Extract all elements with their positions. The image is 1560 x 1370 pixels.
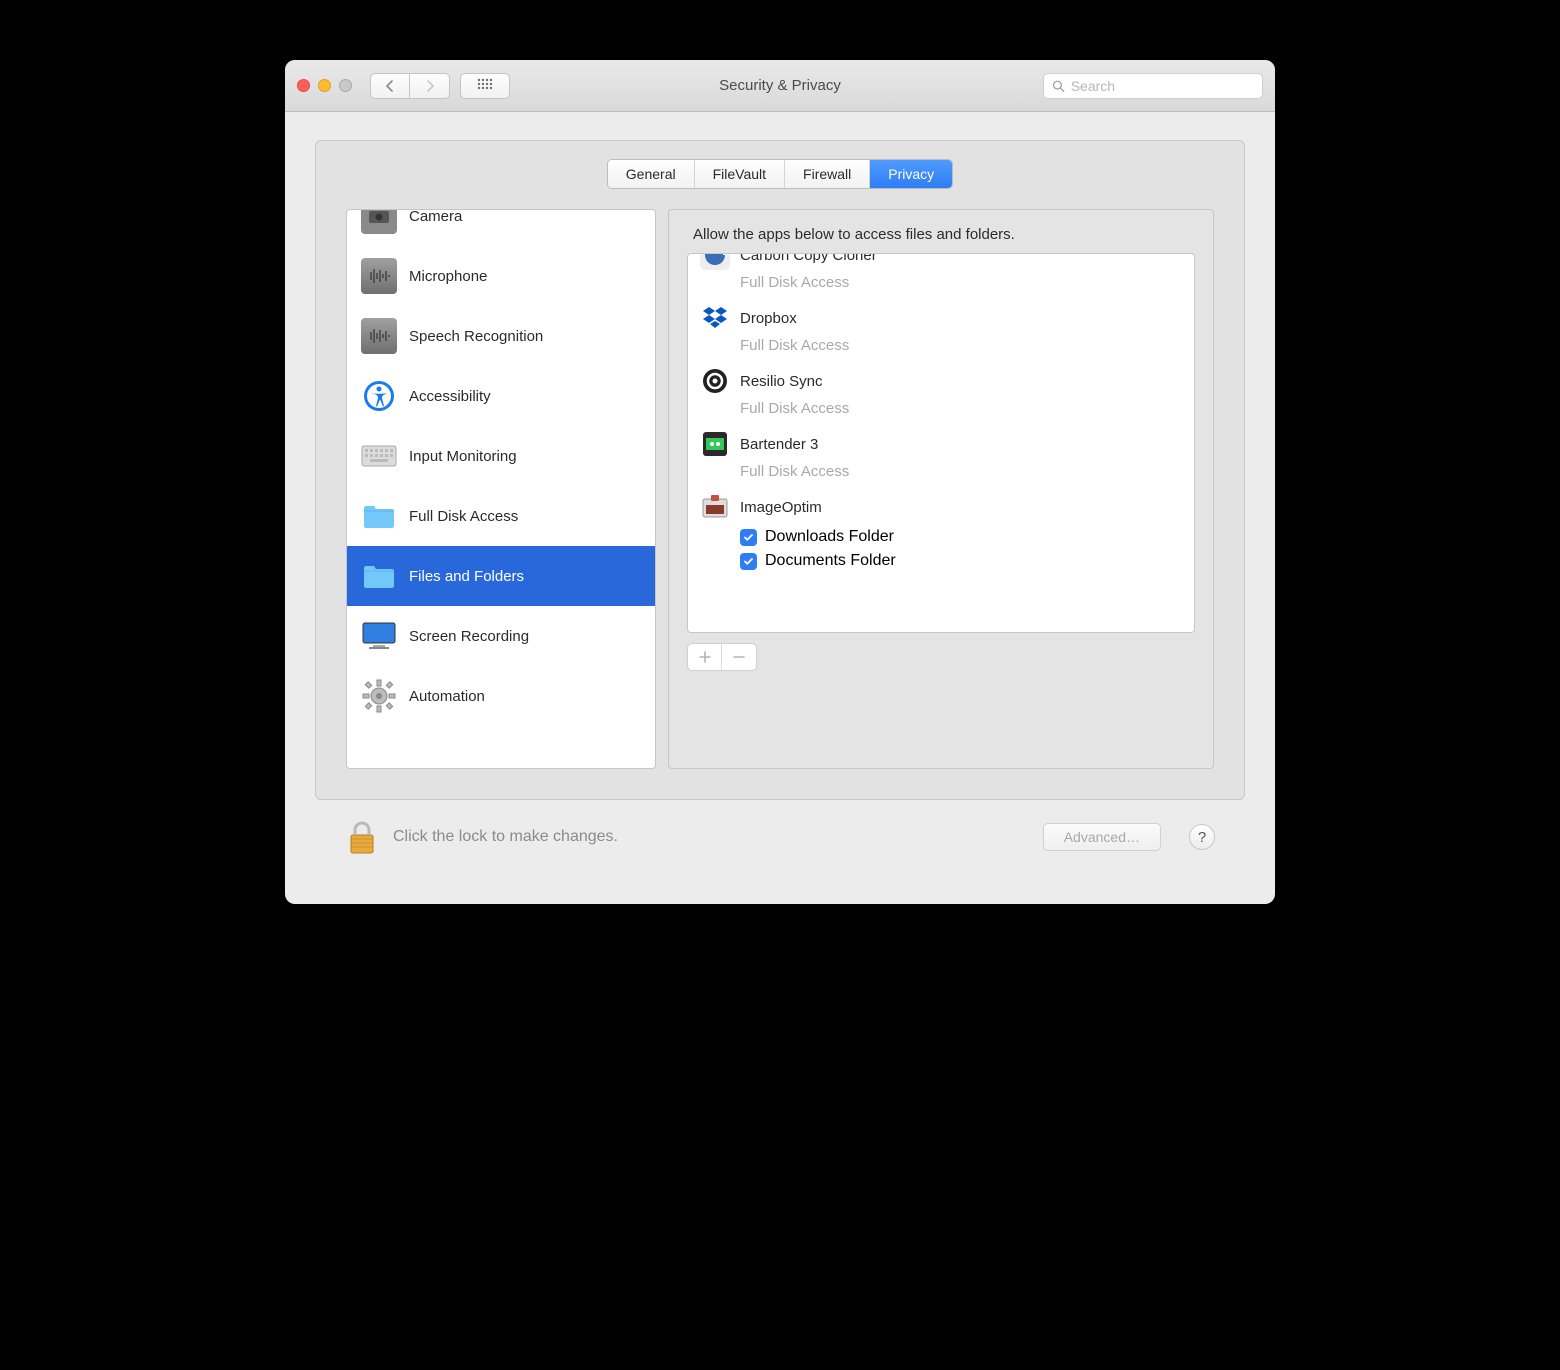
sidebar-item-full-disk[interactable]: Full Disk Access — [347, 486, 655, 546]
preferences-window: Security & Privacy General FileVault Fir… — [285, 60, 1275, 904]
app-icon-dropbox — [700, 303, 730, 333]
content-heading: Allow the apps below to access files and… — [687, 226, 1195, 243]
help-label: ? — [1198, 829, 1206, 846]
app-sub: Full Disk Access — [740, 274, 1182, 291]
sidebar-item-microphone[interactable]: Microphone — [347, 246, 655, 306]
close-window-button[interactable] — [297, 79, 310, 92]
folder-icon — [361, 498, 397, 534]
privacy-pane: Camera Microphone Speech Recognition — [316, 209, 1244, 799]
lock-hint-text: Click the lock to make changes. — [393, 828, 618, 846]
sidebar-item-accessibility[interactable]: Accessibility — [347, 366, 655, 426]
app-permission-list[interactable]: Carbon Copy Cloner Full Disk Access Drop… — [687, 253, 1195, 633]
microphone-icon — [361, 258, 397, 294]
sidebar-item-label: Speech Recognition — [409, 328, 543, 345]
app-icon-imageoptim — [700, 492, 730, 522]
sidebar-item-label: Camera — [409, 209, 462, 225]
search-input[interactable] — [1071, 78, 1254, 94]
tab-privacy[interactable]: Privacy — [870, 160, 952, 188]
app-name: Carbon Copy Cloner — [740, 253, 877, 264]
display-icon — [361, 618, 397, 654]
sidebar-item-label: Full Disk Access — [409, 508, 518, 525]
sidebar-item-camera[interactable]: Camera — [347, 209, 655, 246]
tab-bar: General FileVault Firewall Privacy — [607, 159, 953, 189]
app-icon-resilio — [700, 366, 730, 396]
permission-row[interactable]: Documents Folder — [740, 552, 1182, 570]
gear-icon — [361, 678, 397, 714]
app-name: Dropbox — [740, 310, 797, 327]
advanced-label: Advanced… — [1064, 829, 1140, 845]
app-icon-bartender — [700, 429, 730, 459]
app-icon-ccc — [700, 253, 730, 270]
accessibility-icon — [361, 378, 397, 414]
app-row[interactable]: ImageOptim Downloads Folder — [688, 486, 1194, 576]
permission-row[interactable]: Downloads Folder — [740, 528, 1182, 546]
app-row[interactable]: Dropbox Full Disk Access — [688, 297, 1194, 360]
privacy-category-list[interactable]: Camera Microphone Speech Recognition — [346, 209, 656, 769]
window-controls — [297, 79, 352, 92]
app-row[interactable]: Carbon Copy Cloner Full Disk Access — [688, 253, 1194, 297]
window-body: General FileVault Firewall Privacy Camer… — [285, 112, 1275, 904]
app-sub: Full Disk Access — [740, 463, 1182, 480]
app-row[interactable]: Bartender 3 Full Disk Access — [688, 423, 1194, 486]
forward-button[interactable] — [410, 73, 450, 99]
app-row[interactable]: Resilio Sync Full Disk Access — [688, 360, 1194, 423]
tab-label: Privacy — [888, 166, 934, 182]
tab-filevault[interactable]: FileVault — [695, 160, 785, 188]
help-button[interactable]: ? — [1189, 824, 1215, 850]
speech-icon — [361, 318, 397, 354]
app-name: Resilio Sync — [740, 373, 823, 390]
app-name: ImageOptim — [740, 499, 822, 516]
sidebar-item-label: Input Monitoring — [409, 448, 517, 465]
sidebar-item-speech[interactable]: Speech Recognition — [347, 306, 655, 366]
content-panel: Allow the apps below to access files and… — [668, 209, 1214, 769]
keyboard-icon — [361, 438, 397, 474]
search-field[interactable] — [1043, 73, 1263, 99]
footer: Click the lock to make changes. Advanced… — [315, 800, 1245, 884]
folder-icon — [361, 558, 397, 594]
checkbox-checked[interactable] — [740, 553, 757, 570]
permission-label: Downloads Folder — [765, 528, 894, 546]
remove-button[interactable] — [722, 644, 756, 670]
sidebar-item-screen-recording[interactable]: Screen Recording — [347, 606, 655, 666]
tab-general[interactable]: General — [608, 160, 695, 188]
sidebar-item-automation[interactable]: Automation — [347, 666, 655, 726]
inner-panel: General FileVault Firewall Privacy Camer… — [315, 140, 1245, 800]
minimize-window-button[interactable] — [318, 79, 331, 92]
sidebar-item-label: Microphone — [409, 268, 487, 285]
tab-label: FileVault — [713, 166, 766, 182]
tab-label: Firewall — [803, 166, 851, 182]
titlebar: Security & Privacy — [285, 60, 1275, 112]
checkbox-checked[interactable] — [740, 529, 757, 546]
sidebar-item-label: Accessibility — [409, 388, 491, 405]
sidebar-item-label: Screen Recording — [409, 628, 529, 645]
search-icon — [1052, 79, 1065, 93]
zoom-window-button[interactable] — [339, 79, 352, 92]
sidebar-item-label: Files and Folders — [409, 568, 524, 585]
app-sub: Full Disk Access — [740, 337, 1182, 354]
permission-label: Documents Folder — [765, 552, 896, 570]
add-button[interactable] — [688, 644, 722, 670]
nav-buttons — [370, 73, 450, 99]
lock-button[interactable] — [345, 818, 379, 856]
tab-label: General — [626, 166, 676, 182]
show-all-button[interactable] — [460, 73, 510, 99]
advanced-button[interactable]: Advanced… — [1043, 823, 1161, 851]
sidebar-item-files-folders[interactable]: Files and Folders — [347, 546, 655, 606]
sidebar-item-input-monitoring[interactable]: Input Monitoring — [347, 426, 655, 486]
app-name: Bartender 3 — [740, 436, 818, 453]
camera-icon — [361, 209, 397, 234]
tab-firewall[interactable]: Firewall — [785, 160, 870, 188]
back-button[interactable] — [370, 73, 410, 99]
add-remove-buttons — [687, 643, 757, 671]
app-sub: Full Disk Access — [740, 400, 1182, 417]
sidebar-item-label: Automation — [409, 688, 485, 705]
